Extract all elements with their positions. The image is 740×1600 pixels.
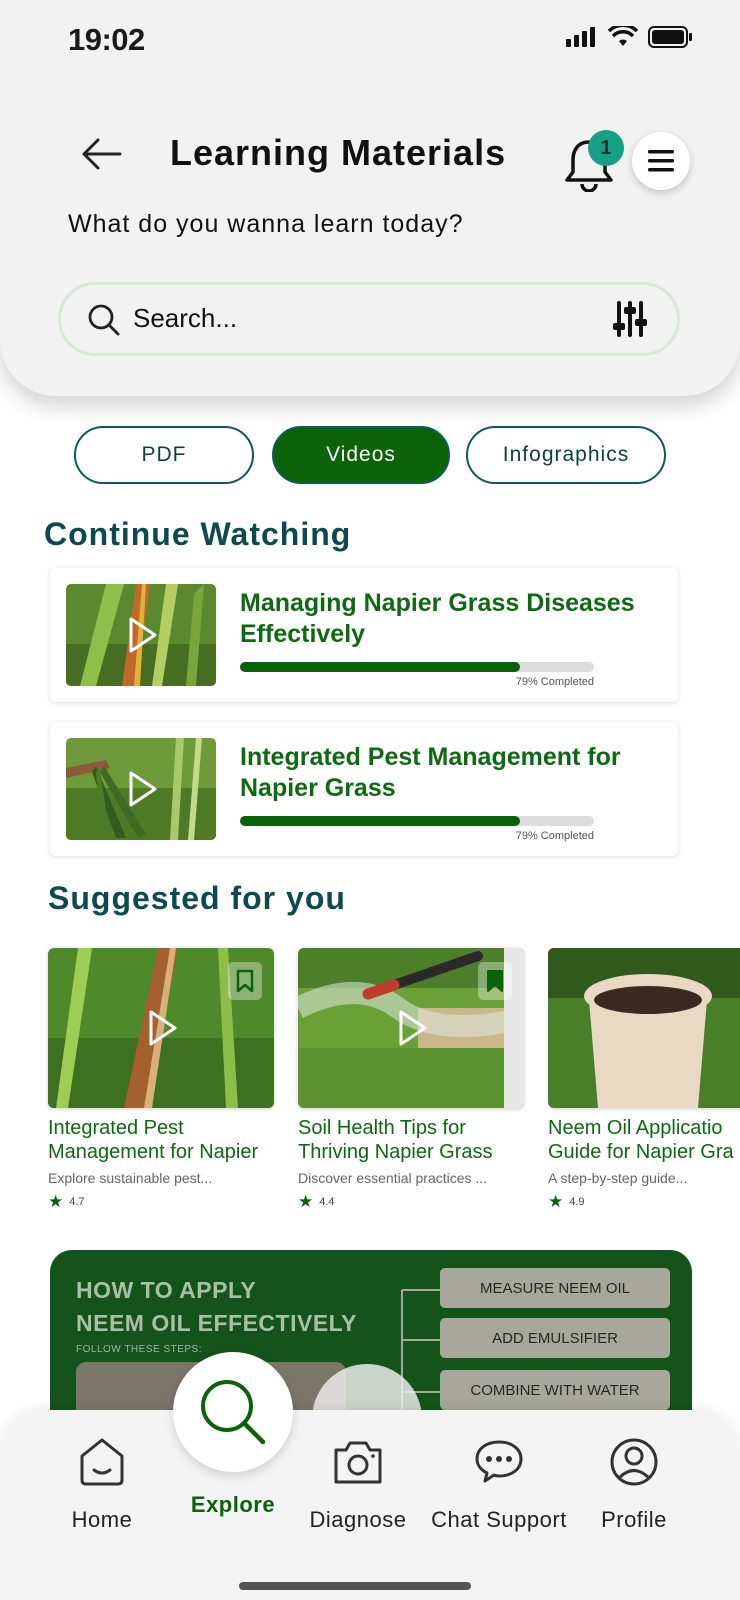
rating: ★ 4.4 [298, 1192, 524, 1212]
card-title: Integrated Pest [48, 1117, 184, 1139]
home-indicator [239, 1582, 471, 1590]
wifi-icon [608, 26, 638, 46]
nav-label: Home [71, 1507, 133, 1532]
nav-label: Diagnose [309, 1507, 407, 1532]
tab-pdf[interactable]: PDF [74, 426, 254, 484]
card-description: Discover essential practices ... [298, 1170, 488, 1186]
filter-sliders-icon[interactable] [613, 299, 647, 339]
suggested-heading: Suggested for you [48, 880, 346, 916]
card-title: Soil Health Tips for [298, 1117, 466, 1139]
search-icon [201, 1380, 266, 1445]
search-bar[interactable]: Search... [58, 282, 680, 356]
tab-infographics[interactable]: Infographics [466, 426, 666, 484]
rating: ★ 4.7 [48, 1192, 274, 1212]
hamburger-icon [648, 150, 674, 172]
bookmark-icon [236, 969, 254, 993]
chat-icon [475, 1440, 523, 1483]
tab-videos[interactable]: Videos [272, 426, 450, 484]
video-thumbnail [48, 948, 274, 1108]
progress-bar [240, 662, 594, 672]
nav-label: Chat Support [431, 1507, 567, 1532]
bookmark-button[interactable] [228, 962, 262, 1000]
profile-icon [610, 1438, 658, 1486]
status-icons [566, 26, 694, 48]
play-icon[interactable] [141, 1008, 181, 1048]
play-icon[interactable] [121, 615, 161, 655]
menu-button[interactable] [632, 132, 690, 190]
video-title: Managing Napier Grass Diseases Effective… [240, 589, 635, 648]
video-thumbnail [66, 738, 216, 840]
step-label: COMBINE WITH WATER [440, 1370, 670, 1410]
infographic-caption: FOLLOW THESE STEPS: [76, 1344, 203, 1355]
page-title: Learning Materials [170, 132, 507, 173]
nav-label: Profile [601, 1507, 667, 1532]
star-icon: ★ [548, 1192, 564, 1211]
card-title: Neem Oil Applicatio [548, 1117, 723, 1139]
card-description: A step-by-step guide... [548, 1170, 688, 1186]
explore-fab[interactable] [173, 1352, 293, 1472]
nav-profile[interactable]: Profile [559, 1434, 709, 1533]
progress-bar [240, 816, 594, 826]
step-label: MEASURE NEEM OIL [440, 1268, 670, 1308]
suggested-card[interactable]: Neem Oil Applicatio Guide for Napier Gra… [548, 948, 740, 1212]
signal-icon [566, 27, 595, 47]
step-label: ADD EMULSIFIER [440, 1318, 670, 1358]
rating-value: 4.9 [569, 1196, 585, 1208]
continue-watching-card[interactable]: Integrated Pest Management for Napier Gr… [50, 722, 678, 856]
camera-icon [334, 1441, 382, 1484]
star-icon: ★ [48, 1192, 64, 1211]
status-time: 19:02 [68, 22, 145, 57]
battery-icon [648, 26, 692, 48]
play-icon[interactable] [391, 1008, 431, 1048]
video-thumbnail [548, 948, 740, 1108]
nav-home[interactable]: Home [27, 1434, 177, 1533]
progress-fill [240, 816, 520, 826]
continue-watching-card[interactable]: Managing Napier Grass Diseases Effective… [50, 568, 678, 702]
play-icon[interactable] [121, 769, 161, 809]
suggested-card[interactable]: Soil Health Tips for Thriving Napier Gra… [298, 948, 524, 1212]
search-input[interactable]: Search... [133, 303, 237, 334]
progress-label: 79% Completed [515, 676, 594, 688]
card-description: Explore sustainable pest... [48, 1170, 213, 1186]
rating-value: 4.4 [319, 1196, 335, 1208]
search-icon [88, 304, 120, 336]
header-panel: 19:02 Learning Materials 1 What do you w… [0, 0, 740, 396]
bookmark-filled-icon [487, 970, 503, 992]
video-thumbnail [66, 584, 216, 686]
progress-fill [240, 662, 520, 672]
infographic-title-line: NEEM OIL EFFECTIVELY [76, 1310, 357, 1336]
nav-diagnose[interactable]: Diagnose [283, 1434, 433, 1533]
infographic-title: HOW TO APPLY NEEM OIL EFFECTIVELY [76, 1274, 357, 1340]
nav-chat-support[interactable]: Chat Support [424, 1434, 574, 1533]
rating: ★ 4.9 [548, 1192, 740, 1212]
bookmark-button[interactable] [478, 962, 512, 1000]
card-title: Management for Napier [48, 1141, 259, 1163]
bottom-nav: Home Explore Diagnose Chat Support Profi… [0, 1410, 740, 1600]
home-icon [80, 1438, 124, 1486]
subtitle: What do you wanna learn today? [68, 210, 464, 238]
card-title: Thriving Napier Grass [298, 1141, 493, 1163]
star-icon: ★ [298, 1192, 314, 1211]
continue-watching-heading: Continue Watching [44, 516, 352, 552]
progress-label: 79% Completed [515, 830, 594, 842]
suggested-card[interactable]: Integrated Pest Management for Napier Ex… [48, 948, 274, 1212]
back-arrow-icon[interactable] [78, 130, 126, 178]
card-title: Guide for Napier Gra [548, 1141, 734, 1163]
infographic-title-line: HOW TO APPLY [76, 1277, 257, 1303]
rating-value: 4.7 [69, 1196, 85, 1208]
video-title: Integrated Pest Management for Napier Gr… [240, 743, 621, 802]
video-thumbnail [298, 948, 524, 1108]
notification-badge: 1 [588, 130, 624, 166]
